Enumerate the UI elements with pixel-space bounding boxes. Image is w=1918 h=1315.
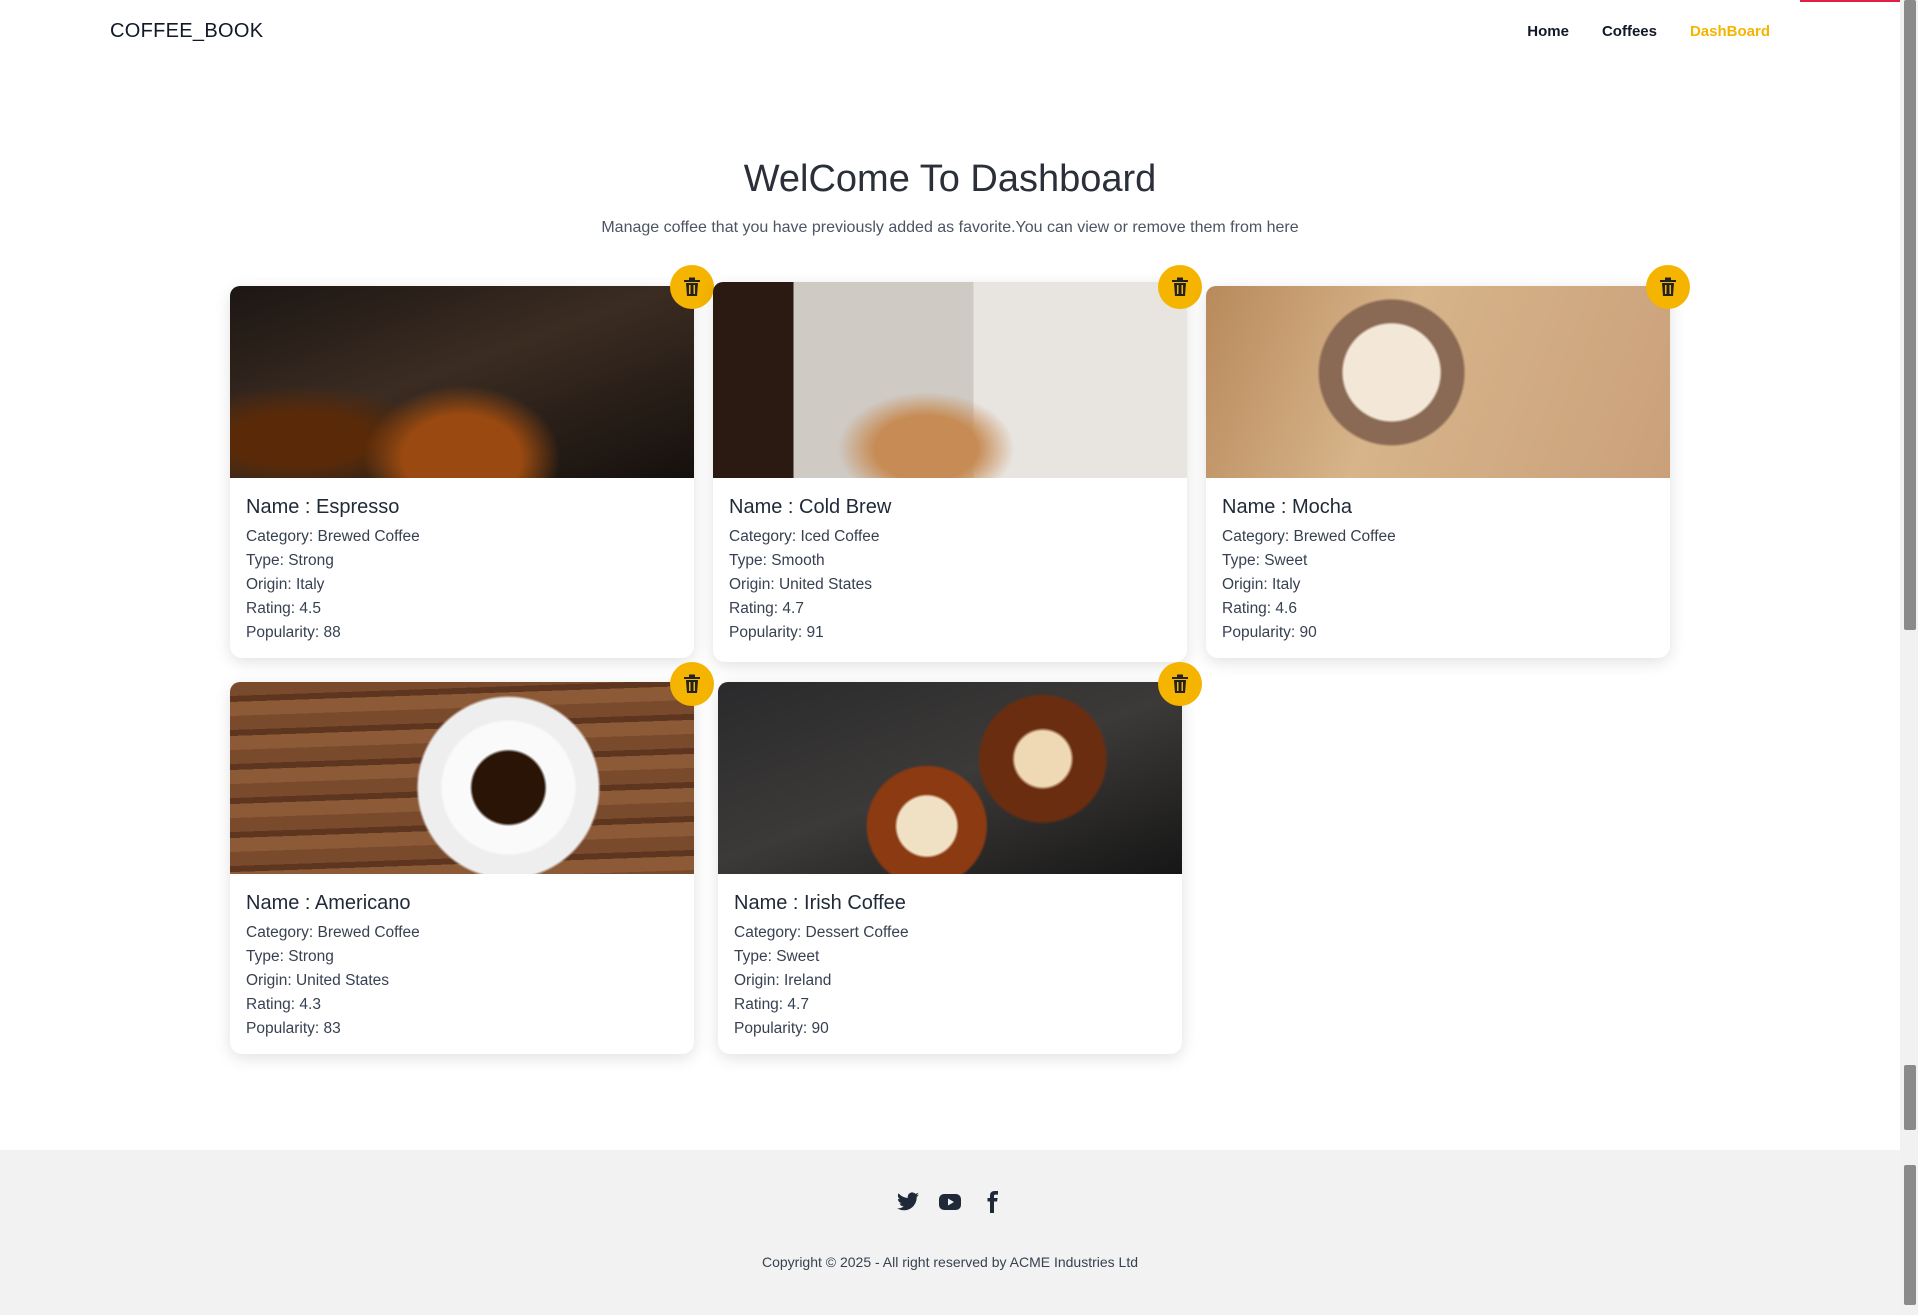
coffee-rating: Rating: 4.5 bbox=[246, 600, 321, 617]
delete-button-espresso[interactable] bbox=[670, 265, 714, 309]
coffee-category: Category: Brewed Coffee bbox=[246, 924, 420, 941]
coffee-photo bbox=[230, 286, 694, 478]
coffee-card-irish-coffee[interactable]: Name : Irish Coffee Category: Dessert Co… bbox=[718, 682, 1182, 1054]
trash-icon bbox=[1172, 277, 1188, 296]
coffee-card-americano[interactable]: Name : Americano Category: Brewed Coffee… bbox=[230, 682, 694, 1054]
coffee-origin: Origin: Italy bbox=[1222, 576, 1301, 593]
coffee-category: Category: Iced Coffee bbox=[729, 528, 880, 545]
coffee-category: Category: Brewed Coffee bbox=[1222, 528, 1396, 545]
scrollbar-thumb[interactable] bbox=[1904, 0, 1916, 630]
coffee-category: Category: Dessert Coffee bbox=[734, 924, 909, 941]
delete-button-irish-coffee[interactable] bbox=[1158, 662, 1202, 706]
coffee-rating: Rating: 4.7 bbox=[734, 996, 809, 1013]
delete-button-cold-brew[interactable] bbox=[1158, 265, 1202, 309]
coffee-type: Type: Smooth bbox=[729, 552, 825, 569]
coffee-card-cold-brew[interactable]: Name : Cold Brew Category: Iced Coffee T… bbox=[713, 282, 1187, 662]
coffee-name: Name : Espresso bbox=[246, 496, 400, 518]
coffee-origin: Origin: Italy bbox=[246, 576, 325, 593]
coffee-popularity: Popularity: 88 bbox=[246, 624, 341, 641]
coffee-type: Type: Strong bbox=[246, 552, 334, 569]
coffee-popularity: Popularity: 90 bbox=[1222, 624, 1317, 641]
coffee-photo bbox=[1206, 286, 1670, 478]
coffee-type: Type: Sweet bbox=[734, 948, 820, 965]
delete-button-americano[interactable] bbox=[670, 662, 714, 706]
coffee-rating: Rating: 4.3 bbox=[246, 996, 321, 1013]
footer: Copyright © 2025 - All right reserved by… bbox=[0, 1150, 1900, 1315]
coffee-name: Name : Mocha bbox=[1222, 496, 1353, 518]
page-title: WelCome To Dashboard bbox=[743, 158, 1157, 200]
nav-link-dashboard[interactable]: DashBoard bbox=[1690, 23, 1770, 40]
navbar: COFFEE_BOOK Home Coffees DashBoard bbox=[0, 0, 1900, 62]
coffee-name: Name : Cold Brew bbox=[729, 496, 892, 518]
coffee-origin: Origin: Ireland bbox=[734, 972, 832, 989]
nav-link-coffees[interactable]: Coffees bbox=[1602, 23, 1657, 40]
coffee-name: Name : Americano bbox=[246, 892, 411, 914]
trash-icon bbox=[684, 277, 700, 296]
page-subtitle: Manage coffee that you have previously a… bbox=[601, 219, 1299, 236]
brand-logo[interactable]: COFFEE_BOOK bbox=[110, 20, 263, 43]
youtube-icon[interactable] bbox=[938, 1190, 962, 1214]
coffee-photo bbox=[718, 682, 1182, 874]
delete-button-mocha[interactable] bbox=[1646, 265, 1690, 309]
coffee-rating: Rating: 4.6 bbox=[1222, 600, 1297, 617]
coffee-popularity: Popularity: 91 bbox=[729, 624, 824, 641]
social-links bbox=[0, 1190, 1900, 1214]
coffee-rating: Rating: 4.7 bbox=[729, 600, 804, 617]
coffee-type: Type: Sweet bbox=[1222, 552, 1308, 569]
coffee-popularity: Popularity: 90 bbox=[734, 1020, 829, 1037]
coffee-card-mocha[interactable]: Name : Mocha Category: Brewed Coffee Typ… bbox=[1206, 286, 1670, 658]
coffee-origin: Origin: United States bbox=[246, 972, 390, 989]
nav-links: Home Coffees DashBoard bbox=[1527, 23, 1770, 40]
coffee-popularity: Popularity: 83 bbox=[246, 1020, 341, 1037]
hero: WelCome To Dashboard Manage coffee that … bbox=[0, 158, 1900, 237]
coffee-category: Category: Brewed Coffee bbox=[246, 528, 420, 545]
coffee-origin: Origin: United States bbox=[729, 576, 873, 593]
coffee-photo bbox=[713, 282, 1187, 478]
trash-icon bbox=[1172, 674, 1188, 693]
facebook-icon[interactable] bbox=[980, 1190, 1004, 1214]
copyright-text: Copyright © 2025 - All right reserved by… bbox=[761, 1254, 1139, 1270]
trash-icon bbox=[684, 674, 700, 693]
scrollbar-thumb-footer[interactable] bbox=[1904, 1165, 1916, 1305]
coffee-type: Type: Strong bbox=[246, 948, 334, 965]
coffee-photo bbox=[230, 682, 694, 874]
scrollbar[interactable] bbox=[1900, 0, 1918, 1315]
coffee-name: Name : Irish Coffee bbox=[734, 892, 906, 914]
coffee-card-espresso[interactable]: Name : Espresso Category: Brewed Coffee … bbox=[230, 286, 694, 658]
scrollbar-thumb-secondary[interactable] bbox=[1904, 1065, 1916, 1130]
twitter-icon[interactable] bbox=[896, 1190, 920, 1214]
nav-link-home[interactable]: Home bbox=[1527, 23, 1569, 40]
trash-icon bbox=[1660, 277, 1676, 296]
